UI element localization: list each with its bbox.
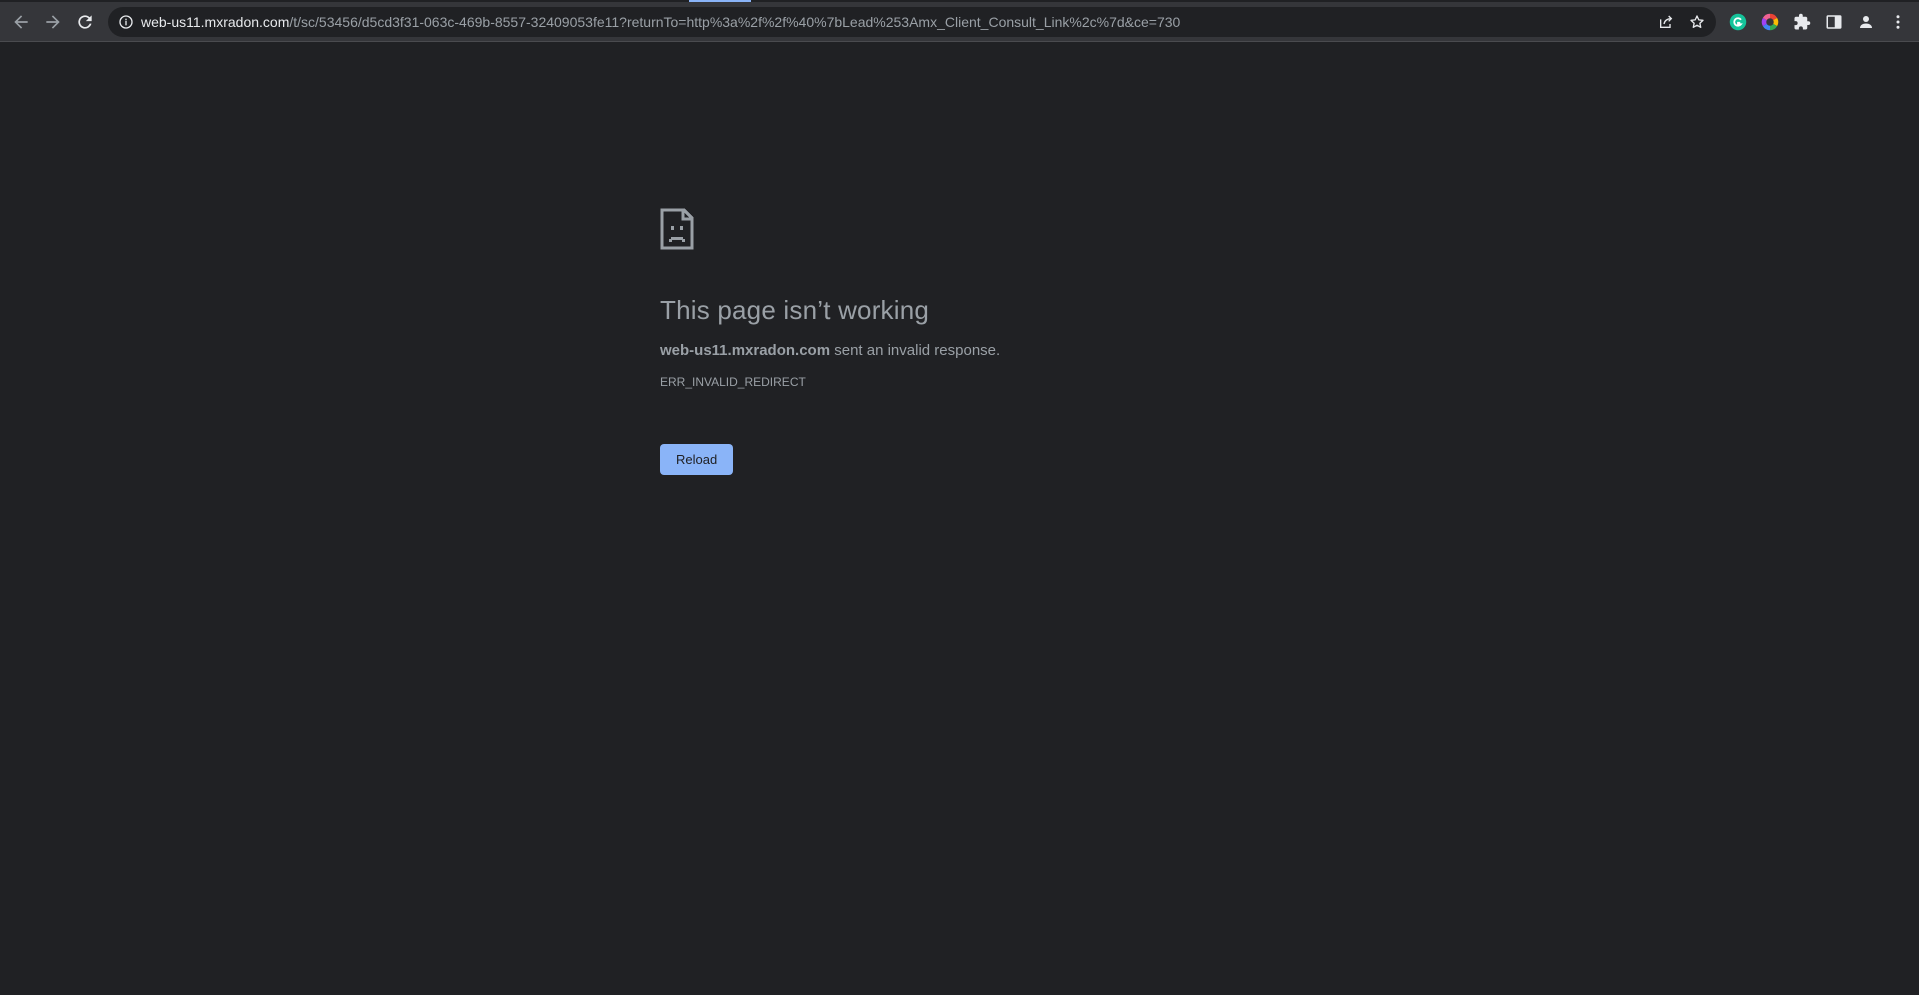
share-icon bbox=[1660, 15, 1673, 28]
profile-icon bbox=[1860, 16, 1872, 28]
bookmark-button[interactable] bbox=[1687, 12, 1707, 32]
url-path: /t/sc/53456/d5cd3f31-063c-469b-8557-3240… bbox=[289, 14, 1181, 30]
back-arrow-icon bbox=[14, 15, 28, 29]
page-content: This page isn’t working web-us11.mxradon… bbox=[0, 42, 1919, 995]
puzzle-icon bbox=[1794, 13, 1811, 30]
forward-button[interactable] bbox=[39, 8, 67, 36]
grammarly-icon bbox=[1729, 13, 1747, 31]
url-text[interactable]: web-us11.mxradon.com/t/sc/53456/d5cd3f31… bbox=[141, 14, 1180, 30]
back-button[interactable] bbox=[7, 8, 35, 36]
error-code: ERR_INVALID_REDIRECT bbox=[660, 375, 806, 389]
error-title: This page isn’t working bbox=[660, 295, 930, 325]
star-icon bbox=[1690, 15, 1704, 28]
error-container: This page isn’t working web-us11.mxradon… bbox=[660, 208, 1260, 475]
browser-menu-button[interactable] bbox=[1887, 11, 1909, 33]
kebab-menu-icon bbox=[1896, 15, 1900, 29]
color-wheel-icon bbox=[1761, 13, 1779, 31]
info-icon[interactable] bbox=[118, 14, 134, 30]
grammarly-extension[interactable] bbox=[1727, 11, 1749, 33]
address-bar[interactable]: web-us11.mxradon.com/t/sc/53456/d5cd3f31… bbox=[108, 7, 1716, 37]
extensions-button[interactable] bbox=[1791, 11, 1813, 33]
reload-page-button[interactable]: Reload bbox=[660, 444, 734, 475]
forward-arrow-icon bbox=[46, 15, 60, 29]
share-button[interactable] bbox=[1656, 12, 1676, 32]
reload-icon bbox=[78, 15, 92, 29]
error-summary: web-us11.mxradon.com sent an invalid res… bbox=[660, 340, 1260, 362]
browser-toolbar: web-us11.mxradon.com/t/sc/53456/d5cd3f31… bbox=[0, 2, 1919, 42]
side-panel-icon bbox=[1826, 15, 1842, 29]
reload-button[interactable] bbox=[71, 8, 99, 36]
url-host: web-us11.mxradon.com bbox=[141, 14, 290, 30]
color-extension[interactable] bbox=[1759, 11, 1781, 33]
profile-button[interactable] bbox=[1855, 11, 1877, 33]
side-panel-button[interactable] bbox=[1823, 11, 1845, 33]
error-summary-text: sent an invalid response. bbox=[830, 342, 1001, 359]
error-host: web-us11.mxradon.com bbox=[660, 342, 831, 359]
sad-page-icon bbox=[660, 208, 694, 250]
